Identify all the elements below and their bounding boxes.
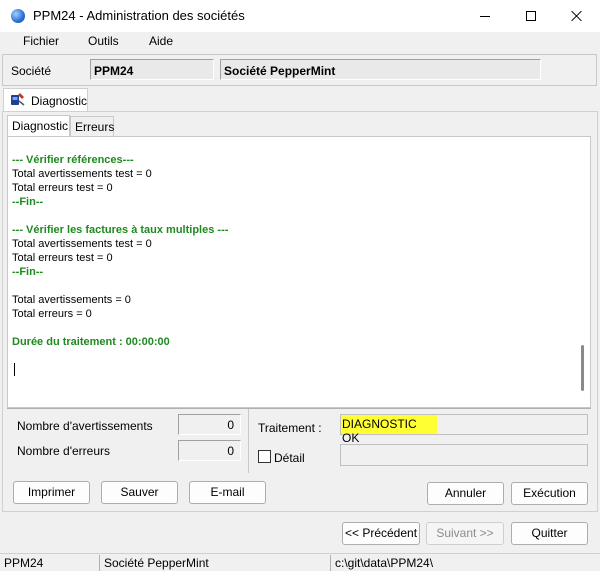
status-path: c:\git\data\PPM24\ [335,556,434,570]
status-company-name: Société PepperMint [104,556,209,570]
close-button[interactable] [554,0,600,32]
close-icon [571,10,583,22]
status-separator [99,555,100,571]
log-line: --- Vérifier les factures à taux multipl… [12,224,229,236]
quitter-button[interactable]: Quitter [511,522,588,545]
stats-panel: Nombre d'avertissements 0 Nombre d'erreu… [7,408,591,474]
diagnostic-icon [11,93,25,106]
menu-outils[interactable]: Outils [88,34,119,48]
log-line: Total erreurs = 0 [12,308,92,320]
log-line: Total erreurs test = 0 [12,182,113,194]
menu-aide[interactable]: Aide [149,34,173,48]
traitement-status: DIAGNOSTIC OK [341,415,437,445]
tab-erreurs[interactable]: Erreurs [70,116,114,136]
sauver-button[interactable]: Sauver [101,481,178,504]
tab-diagnostic-outer-label: Diagnostic [31,94,88,108]
diagnostic-log[interactable]: --- Vérifier références--- Total avertiss… [7,136,591,408]
warnings-label: Nombre d'avertissements [17,419,153,433]
text-cursor [14,363,15,376]
tab-diagnostic-outer[interactable]: Diagnostic [3,88,88,112]
execution-button[interactable]: Exécution [511,482,588,505]
warnings-count: 0 [178,414,241,435]
log-line: --Fin-- [12,266,44,278]
log-line: Durée du traitement : 00:00:00 [12,336,170,348]
status-company-code: PPM24 [4,556,44,570]
log-line: Total avertissements test = 0 [12,238,152,250]
log-line: Total avertissements = 0 [12,294,131,306]
log-line: --Fin-- [12,196,44,208]
maximize-button[interactable] [508,0,554,32]
errors-label: Nombre d'erreurs [17,444,110,458]
stats-divider [248,409,249,473]
log-line: Total erreurs test = 0 [12,252,113,264]
traitement-label: Traitement : [258,421,322,435]
title-bar: PPM24 - Administration des sociétés [0,0,600,32]
email-button[interactable]: E-mail [189,481,266,504]
errors-count: 0 [178,440,241,461]
company-code-field: PPM24 [90,59,214,80]
window-title: PPM24 - Administration des sociétés [33,8,245,23]
log-line: --- Vérifier références--- [12,154,134,166]
tab-diagnostic[interactable]: Diagnostic [7,115,70,137]
company-name-field: Société PepperMint [220,59,541,80]
suivant-button[interactable]: Suivant >> [426,522,504,545]
minimize-button[interactable] [462,0,508,32]
status-bar: PPM24 Société PepperMint c:\git\data\PPM… [0,553,600,571]
company-panel: Société PPM24 Société PepperMint [2,54,597,86]
traitement-field: DIAGNOSTIC OK [340,414,588,445]
precedent-button[interactable]: << Précédent [342,522,420,545]
detail-checkbox[interactable] [258,450,271,463]
maximize-icon [526,11,536,21]
menu-fichier[interactable]: Fichier [23,34,59,48]
detail-field [340,444,588,466]
company-label: Société [11,64,52,78]
app-globe-icon [11,9,25,23]
imprimer-button[interactable]: Imprimer [13,481,90,504]
scrollbar-thumb[interactable] [581,345,584,391]
detail-label: Détail [274,451,305,465]
log-line: Total avertissements test = 0 [12,168,152,180]
log-scrollbar[interactable] [581,141,584,403]
menu-bar: Fichier Outils Aide [0,32,600,52]
annuler-button[interactable]: Annuler [427,482,504,505]
minimize-icon [480,15,490,17]
status-separator [330,555,331,571]
